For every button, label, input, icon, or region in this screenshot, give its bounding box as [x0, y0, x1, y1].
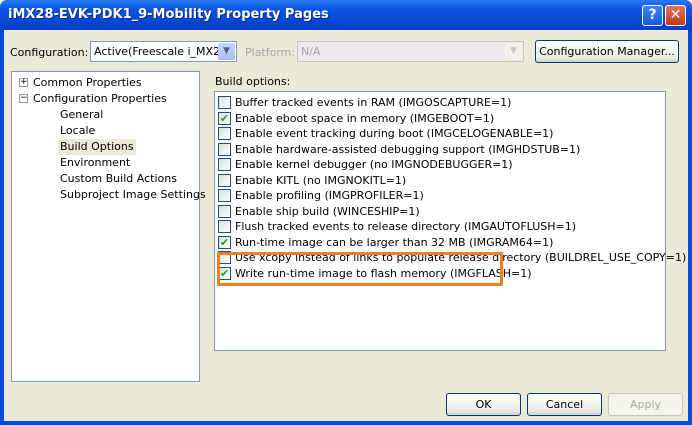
tree-item-label: Common Properties — [33, 76, 142, 89]
build-option-label: Enable profiling (IMGPROFILER=1) — [235, 189, 424, 202]
property-pages-window: iMX28-EVK-PDK1_9-Mobility Property Pages… — [0, 0, 692, 425]
build-option-label: Enable ship build (WINCESHIP=1) — [235, 204, 420, 218]
checkbox-unchecked[interactable] — [218, 158, 231, 171]
tree-item-build-options[interactable]: Build Options — [58, 139, 136, 155]
build-option-label: Enable event tracking during boot (IMGCE… — [235, 127, 554, 140]
checkbox-checked[interactable]: ✔ — [218, 266, 231, 280]
build-option-label: Buffer tracked events in RAM (IMGOSCAPTU… — [235, 96, 512, 109]
checkbox-unchecked[interactable] — [218, 142, 231, 156]
ok-button[interactable]: OK — [446, 393, 521, 416]
configuration-manager-button[interactable]: Configuration Manager... — [535, 40, 679, 63]
checkmark-icon: ✔ — [219, 266, 230, 280]
platform-select: N/A ▼ — [297, 41, 524, 62]
build-option-label: Enable kernel debugger (no IMGNODEBUGGER… — [235, 158, 513, 171]
configuration-select[interactable]: Active(Freescale i_MX28 ▼ — [90, 41, 237, 62]
checkbox-checked[interactable]: ✔ — [218, 235, 231, 249]
checkbox-unchecked[interactable] — [218, 220, 231, 233]
checkbox-unchecked[interactable] — [218, 189, 231, 202]
title-bar[interactable]: iMX28-EVK-PDK1_9-Mobility Property Pages… — [0, 0, 692, 30]
checkbox-unchecked[interactable] — [218, 204, 231, 218]
apply-button: Apply — [608, 393, 683, 416]
tree-item-general[interactable]: General — [60, 107, 103, 123]
platform-value: N/A — [301, 45, 321, 58]
build-option-label: Enable eboot space in memory (IMGEBOOT=1… — [235, 111, 495, 125]
tree-item-custom-build-actions[interactable]: Custom Build Actions — [60, 171, 177, 187]
build-option-label: Run-time image can be larger than 32 MB … — [235, 235, 554, 249]
property-tree[interactable]: + Common Properties − Configuration Prop… — [11, 71, 206, 382]
tree-item-locale[interactable]: Locale — [60, 123, 95, 139]
tree-item-environment[interactable]: Environment — [60, 155, 130, 171]
configuration-label: Configuration: — [10, 46, 89, 59]
window-title: iMX28-EVK-PDK1_9-Mobility Property Pages — [8, 7, 329, 22]
build-option-label: Write run-time image to flash memory (IM… — [235, 266, 532, 280]
tree-item-label: Configuration Properties — [33, 92, 167, 105]
checkbox-unchecked[interactable] — [218, 173, 231, 187]
close-button[interactable]: ✕ — [665, 5, 686, 26]
build-option-label: Enable KITL (no IMGNOKITL=1) — [235, 173, 407, 187]
dialog-body: Configuration: Active(Freescale i_MX28 ▼… — [4, 30, 688, 421]
build-option-label: Flush tracked events to release director… — [235, 220, 577, 233]
checkbox-unchecked[interactable] — [218, 251, 231, 264]
checkmark-icon: ✔ — [219, 111, 230, 125]
expand-icon[interactable]: + — [19, 78, 28, 87]
cancel-button[interactable]: Cancel — [527, 393, 602, 416]
chevron-down-icon: ▼ — [505, 43, 522, 60]
build-options-list[interactable]: Buffer tracked events in RAM (IMGOSCAPTU… — [214, 91, 686, 351]
build-option-label: Use xcopy instead of links to populate r… — [235, 251, 687, 264]
help-button[interactable]: ? — [642, 5, 663, 26]
checkmark-icon: ✔ — [219, 235, 230, 249]
checkbox-unchecked[interactable] — [218, 127, 231, 140]
collapse-icon[interactable]: − — [19, 94, 28, 103]
tree-item-subproject-image-settings[interactable]: Subproject Image Settings — [60, 187, 206, 203]
checkbox-checked[interactable]: ✔ — [218, 111, 231, 125]
configuration-value: Active(Freescale i_MX28 — [94, 45, 228, 58]
platform-label: Platform: — [245, 46, 296, 59]
build-option-label: Enable hardware-assisted debugging suppo… — [235, 142, 581, 156]
chevron-down-icon[interactable]: ▼ — [218, 43, 235, 60]
checkbox-unchecked[interactable] — [218, 96, 231, 109]
build-options-label: Build options: — [215, 75, 291, 88]
